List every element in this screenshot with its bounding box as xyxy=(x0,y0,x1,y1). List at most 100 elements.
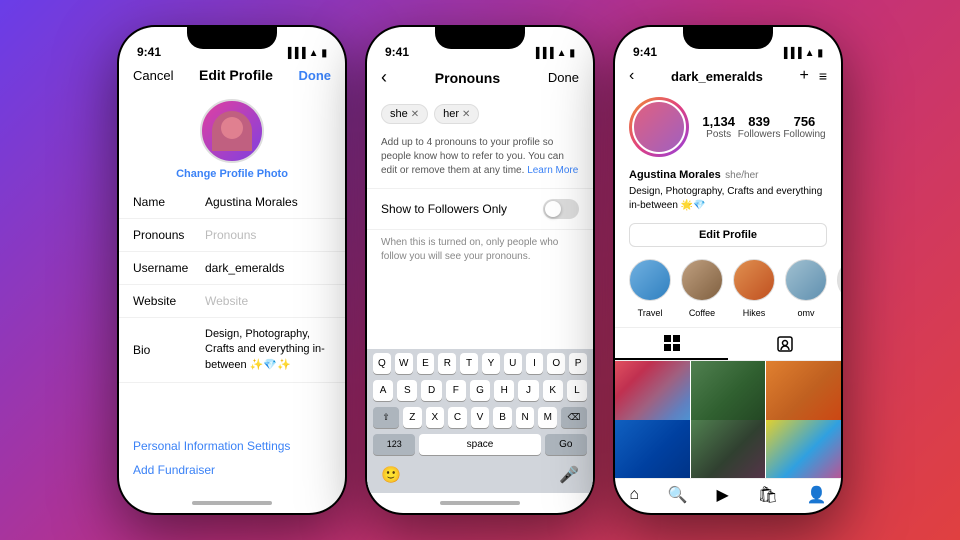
reels-icon[interactable]: ▶ xyxy=(717,485,729,505)
key-q[interactable]: Q xyxy=(373,353,391,374)
key-j[interactable]: J xyxy=(518,380,538,401)
numbers-key[interactable]: 123 xyxy=(373,434,415,455)
key-v[interactable]: V xyxy=(471,407,490,428)
website-input[interactable]: Website xyxy=(205,294,331,308)
key-g[interactable]: G xyxy=(470,380,490,401)
key-y[interactable]: Y xyxy=(482,353,500,374)
profile-header: 1,134 Posts 839 Followers 756 Following xyxy=(615,91,841,163)
notch xyxy=(187,27,277,49)
add-fundraiser-link[interactable]: Add Fundraiser xyxy=(133,463,331,477)
nav-bar: ‹ Pronouns Done xyxy=(367,63,593,96)
edit-profile-button[interactable]: Edit Profile xyxy=(629,223,827,247)
key-i[interactable]: I xyxy=(526,353,544,374)
key-d[interactable]: D xyxy=(421,380,441,401)
highlight-omv[interactable]: omv xyxy=(785,259,827,321)
wifi-icon: ▲ xyxy=(557,48,567,59)
done-button[interactable]: Done xyxy=(548,70,579,85)
key-o[interactable]: O xyxy=(547,353,565,374)
highlight-hikes[interactable]: Hikes xyxy=(733,259,775,321)
highlight-label-travel: Travel xyxy=(638,308,663,318)
key-s[interactable]: S xyxy=(397,380,417,401)
keyboard-row-2: A S D F G H J K L xyxy=(367,376,593,403)
go-key[interactable]: Go xyxy=(545,434,587,455)
avatar-ring[interactable] xyxy=(629,97,689,157)
key-u[interactable]: U xyxy=(504,353,522,374)
followers-only-toggle[interactable] xyxy=(543,199,579,219)
pronoun-tag-her[interactable]: her ✕ xyxy=(434,104,479,124)
shift-key[interactable]: ⇧ xyxy=(373,407,399,428)
highlight-travel[interactable]: Travel xyxy=(629,259,671,321)
bio-text: Design, Photography, Crafts and everythi… xyxy=(615,184,841,219)
following-label: Following xyxy=(783,129,825,140)
search-icon[interactable]: 🔍 xyxy=(668,485,688,505)
grid-photo-6[interactable] xyxy=(766,420,841,478)
space-key[interactable]: space xyxy=(419,434,540,455)
battery-icon: ▮ xyxy=(321,48,327,59)
highlight-more[interactable]: C xyxy=(837,259,841,321)
highlight-label-omv: omv xyxy=(797,308,814,318)
website-row: Website Website xyxy=(119,285,345,318)
key-b[interactable]: B xyxy=(493,407,512,428)
key-e[interactable]: E xyxy=(417,353,435,374)
followers-stat[interactable]: 839 Followers xyxy=(738,114,781,140)
add-button[interactable]: + xyxy=(799,67,808,85)
followers-only-toggle-row: Show to Followers Only xyxy=(367,188,593,230)
key-a[interactable]: A xyxy=(373,380,393,401)
highlights-row: Travel Coffee Hikes omv C xyxy=(615,251,841,327)
profile-icon[interactable]: 👤 xyxy=(807,485,827,505)
key-n[interactable]: N xyxy=(516,407,535,428)
following-stat[interactable]: 756 Following xyxy=(783,114,825,140)
remove-her-button[interactable]: ✕ xyxy=(462,109,470,120)
bio-row: Bio Design, Photography, Crafts and ever… xyxy=(119,318,345,383)
wifi-icon: ▲ xyxy=(309,48,319,59)
key-x[interactable]: X xyxy=(426,407,445,428)
menu-button[interactable]: ≡ xyxy=(819,68,827,84)
highlight-coffee[interactable]: Coffee xyxy=(681,259,723,321)
status-time: 9:41 xyxy=(385,45,409,59)
name-row: Name Agustina Morales xyxy=(119,186,345,219)
nav-bar: Cancel Edit Profile Done xyxy=(119,63,345,91)
shop-icon[interactable]: 🛍 xyxy=(758,485,778,505)
personal-info-link[interactable]: Personal Information Settings xyxy=(133,439,331,453)
home-icon[interactable]: ⌂ xyxy=(629,486,639,504)
posts-count: 1,134 xyxy=(702,114,735,129)
mic-key[interactable]: 🎤 xyxy=(559,465,579,485)
key-h[interactable]: H xyxy=(494,380,514,401)
tagged-tab[interactable] xyxy=(728,328,841,360)
grid-photo-5[interactable] xyxy=(691,420,766,478)
remove-she-button[interactable]: ✕ xyxy=(411,109,419,120)
pronouns-input[interactable]: Pronouns xyxy=(205,228,331,242)
cancel-button[interactable]: Cancel xyxy=(133,68,173,83)
key-l[interactable]: L xyxy=(567,380,587,401)
key-z[interactable]: Z xyxy=(403,407,422,428)
stats-row: 1,134 Posts 839 Followers 756 Following xyxy=(701,114,827,140)
bio-input[interactable]: Design, Photography, Crafts and everythi… xyxy=(205,327,331,373)
page-title: Pronouns xyxy=(435,70,500,86)
keyboard-bottom: 🙂 🎤 xyxy=(367,461,593,493)
grid-tab[interactable] xyxy=(615,328,728,360)
key-k[interactable]: K xyxy=(543,380,563,401)
username-input[interactable]: dark_emeralds xyxy=(205,261,331,275)
nav-icons: + ≡ xyxy=(799,67,827,85)
keyboard-row-3: ⇧ Z X C V B N M ⌫ xyxy=(367,403,593,430)
links-section: Personal Information Settings Add Fundra… xyxy=(119,427,345,493)
key-w[interactable]: W xyxy=(395,353,413,374)
highlight-label-coffee: Coffee xyxy=(689,308,715,318)
change-photo-button[interactable]: Change Profile Photo xyxy=(176,168,288,180)
delete-key[interactable]: ⌫ xyxy=(561,407,587,428)
done-button[interactable]: Done xyxy=(299,68,332,83)
key-c[interactable]: C xyxy=(448,407,467,428)
key-r[interactable]: R xyxy=(438,353,456,374)
emoji-key[interactable]: 🙂 xyxy=(381,465,401,485)
learn-more-link[interactable]: Learn More xyxy=(527,165,578,176)
key-p[interactable]: P xyxy=(569,353,587,374)
grid-photo-4[interactable] xyxy=(615,420,690,478)
signal-icon: ▐▐▐ xyxy=(780,48,801,59)
name-input[interactable]: Agustina Morales xyxy=(205,195,331,209)
key-t[interactable]: T xyxy=(460,353,478,374)
key-f[interactable]: F xyxy=(446,380,466,401)
back-button[interactable]: ‹ xyxy=(381,67,387,88)
key-m[interactable]: M xyxy=(538,407,557,428)
avatar[interactable] xyxy=(200,99,264,163)
pronoun-tag-she[interactable]: she ✕ xyxy=(381,104,428,124)
